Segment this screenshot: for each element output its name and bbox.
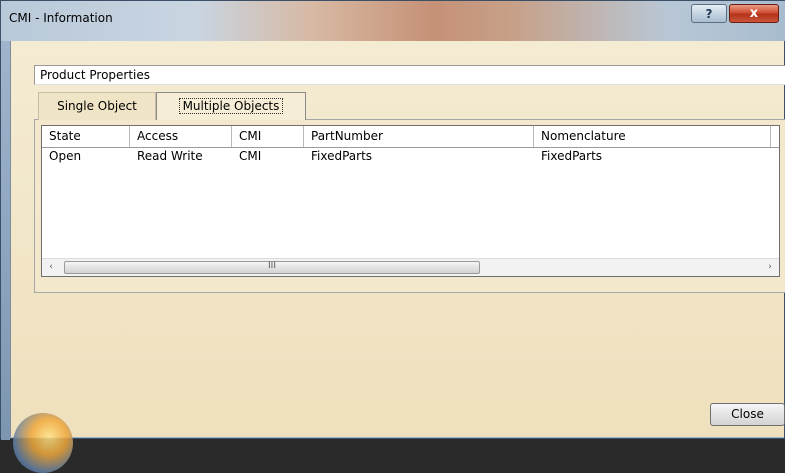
list-header: State Access CMI PartNumber Nomenclature — [42, 126, 779, 148]
tab-single-object[interactable]: Single Object — [38, 92, 156, 120]
column-header-access[interactable]: Access — [130, 126, 232, 147]
close-button[interactable]: Close — [710, 403, 785, 426]
window-left-border — [1, 41, 10, 440]
scrollbar-thumb[interactable]: III — [64, 261, 480, 274]
tab-multiple-objects[interactable]: Multiple Objects — [156, 92, 306, 120]
scroll-right-arrow-icon[interactable]: › — [761, 259, 779, 276]
dialog-client-area: Product Properties Single Object Multipl… — [10, 41, 785, 473]
column-header-partnumber[interactable]: PartNumber — [304, 126, 534, 147]
product-properties-label: Product Properties — [34, 65, 785, 85]
cell-access: Read Write — [137, 149, 203, 163]
tab-multiple-objects-label: Multiple Objects — [178, 98, 284, 114]
cell-state: Open — [49, 149, 82, 163]
cell-cmi: CMI — [239, 149, 262, 163]
cell-nomenclature: FixedParts — [541, 149, 603, 163]
column-header-nomenclature[interactable]: Nomenclature — [534, 126, 771, 147]
window-close-button[interactable]: x — [729, 4, 779, 23]
column-header-cmi[interactable]: CMI — [232, 126, 304, 147]
cmi-information-window: CMI - Information ? x Product Properties… — [0, 0, 785, 473]
horizontal-scrollbar[interactable]: ‹ III › — [42, 258, 779, 276]
column-header-state[interactable]: State — [42, 126, 130, 147]
help-button[interactable]: ? — [691, 4, 727, 23]
scroll-left-arrow-icon[interactable]: ‹ — [42, 259, 60, 276]
window-title: CMI - Information — [9, 11, 113, 25]
cell-partnumber: FixedParts — [311, 149, 373, 163]
title-bar[interactable]: CMI - Information ? x — [1, 1, 785, 41]
catia-globe-icon — [13, 413, 73, 473]
objects-list-view[interactable]: State Access CMI PartNumber Nomenclature… — [41, 125, 780, 277]
scrollbar-grip: III — [268, 261, 276, 271]
